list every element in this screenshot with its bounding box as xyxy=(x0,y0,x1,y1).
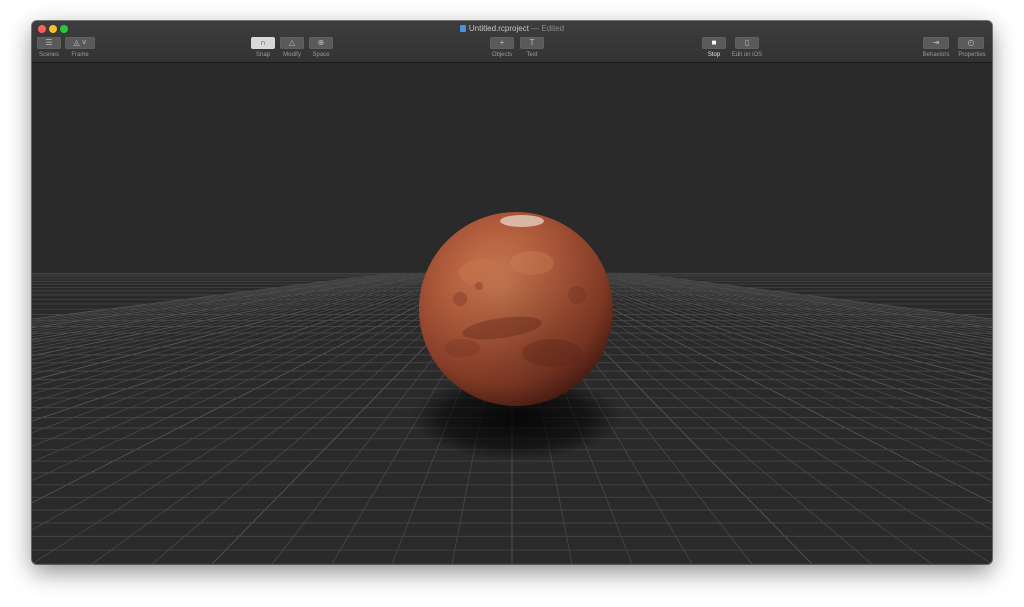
objects-label: Objects xyxy=(491,52,513,58)
behaviors-icon: ⇥ xyxy=(932,38,940,47)
transform-icon: △ xyxy=(288,38,296,47)
properties-label: Properties xyxy=(958,52,986,58)
scenes-label: Scenes xyxy=(38,52,59,58)
modify-label: Modify xyxy=(283,52,301,58)
device-icon: ▯ xyxy=(744,38,750,47)
toolbar: Untitled.rcproject — Edited ☰ Scenes ◬ ˅… xyxy=(32,21,992,63)
magnet-icon: ∩ xyxy=(260,38,266,47)
document-icon xyxy=(459,25,466,32)
text-button[interactable]: T xyxy=(520,37,544,49)
properties-button[interactable]: ◴ xyxy=(958,37,984,49)
app-window: Untitled.rcproject — Edited ☰ Scenes ◬ ˅… xyxy=(32,21,992,564)
stop-button[interactable]: ■ xyxy=(702,37,726,49)
edited-status: — Edited xyxy=(531,24,565,33)
text-icon: T xyxy=(529,38,535,47)
properties-icon: ◴ xyxy=(967,38,975,47)
scenes-button[interactable]: ☰ xyxy=(37,37,61,49)
scene-viewport[interactable] xyxy=(32,63,992,564)
frame-label: Frame xyxy=(71,52,89,58)
edit-on-ios-label: Edit on iOS xyxy=(731,52,763,58)
world-space-icon: ⊕ xyxy=(317,38,325,47)
edit-on-ios-button[interactable]: ▯ xyxy=(735,37,759,49)
behaviors-button[interactable]: ⇥ xyxy=(923,37,949,49)
stop-icon: ■ xyxy=(711,38,717,47)
window-title-text: Untitled.rcproject xyxy=(468,24,529,33)
modify-button[interactable]: △ xyxy=(280,37,304,49)
space-label: Space xyxy=(312,52,330,58)
text-label: Text xyxy=(526,52,538,58)
mars-planet[interactable] xyxy=(419,212,613,406)
ground-grid xyxy=(32,63,992,564)
objects-button[interactable]: + xyxy=(490,37,514,49)
space-button[interactable]: ⊕ xyxy=(309,37,333,49)
frame-button[interactable]: ◬ ˅ xyxy=(65,37,95,49)
snap-label: Snap xyxy=(255,52,270,58)
stop-label: Stop xyxy=(707,52,721,58)
snap-button[interactable]: ∩ xyxy=(251,37,275,49)
frame-icon: ◬ ˅ xyxy=(73,38,87,47)
plus-icon: + xyxy=(499,38,505,47)
list-icon: ☰ xyxy=(45,38,53,47)
window-title: Untitled.rcproject — Edited xyxy=(32,23,992,35)
behaviors-label: Behaviors xyxy=(922,52,950,58)
